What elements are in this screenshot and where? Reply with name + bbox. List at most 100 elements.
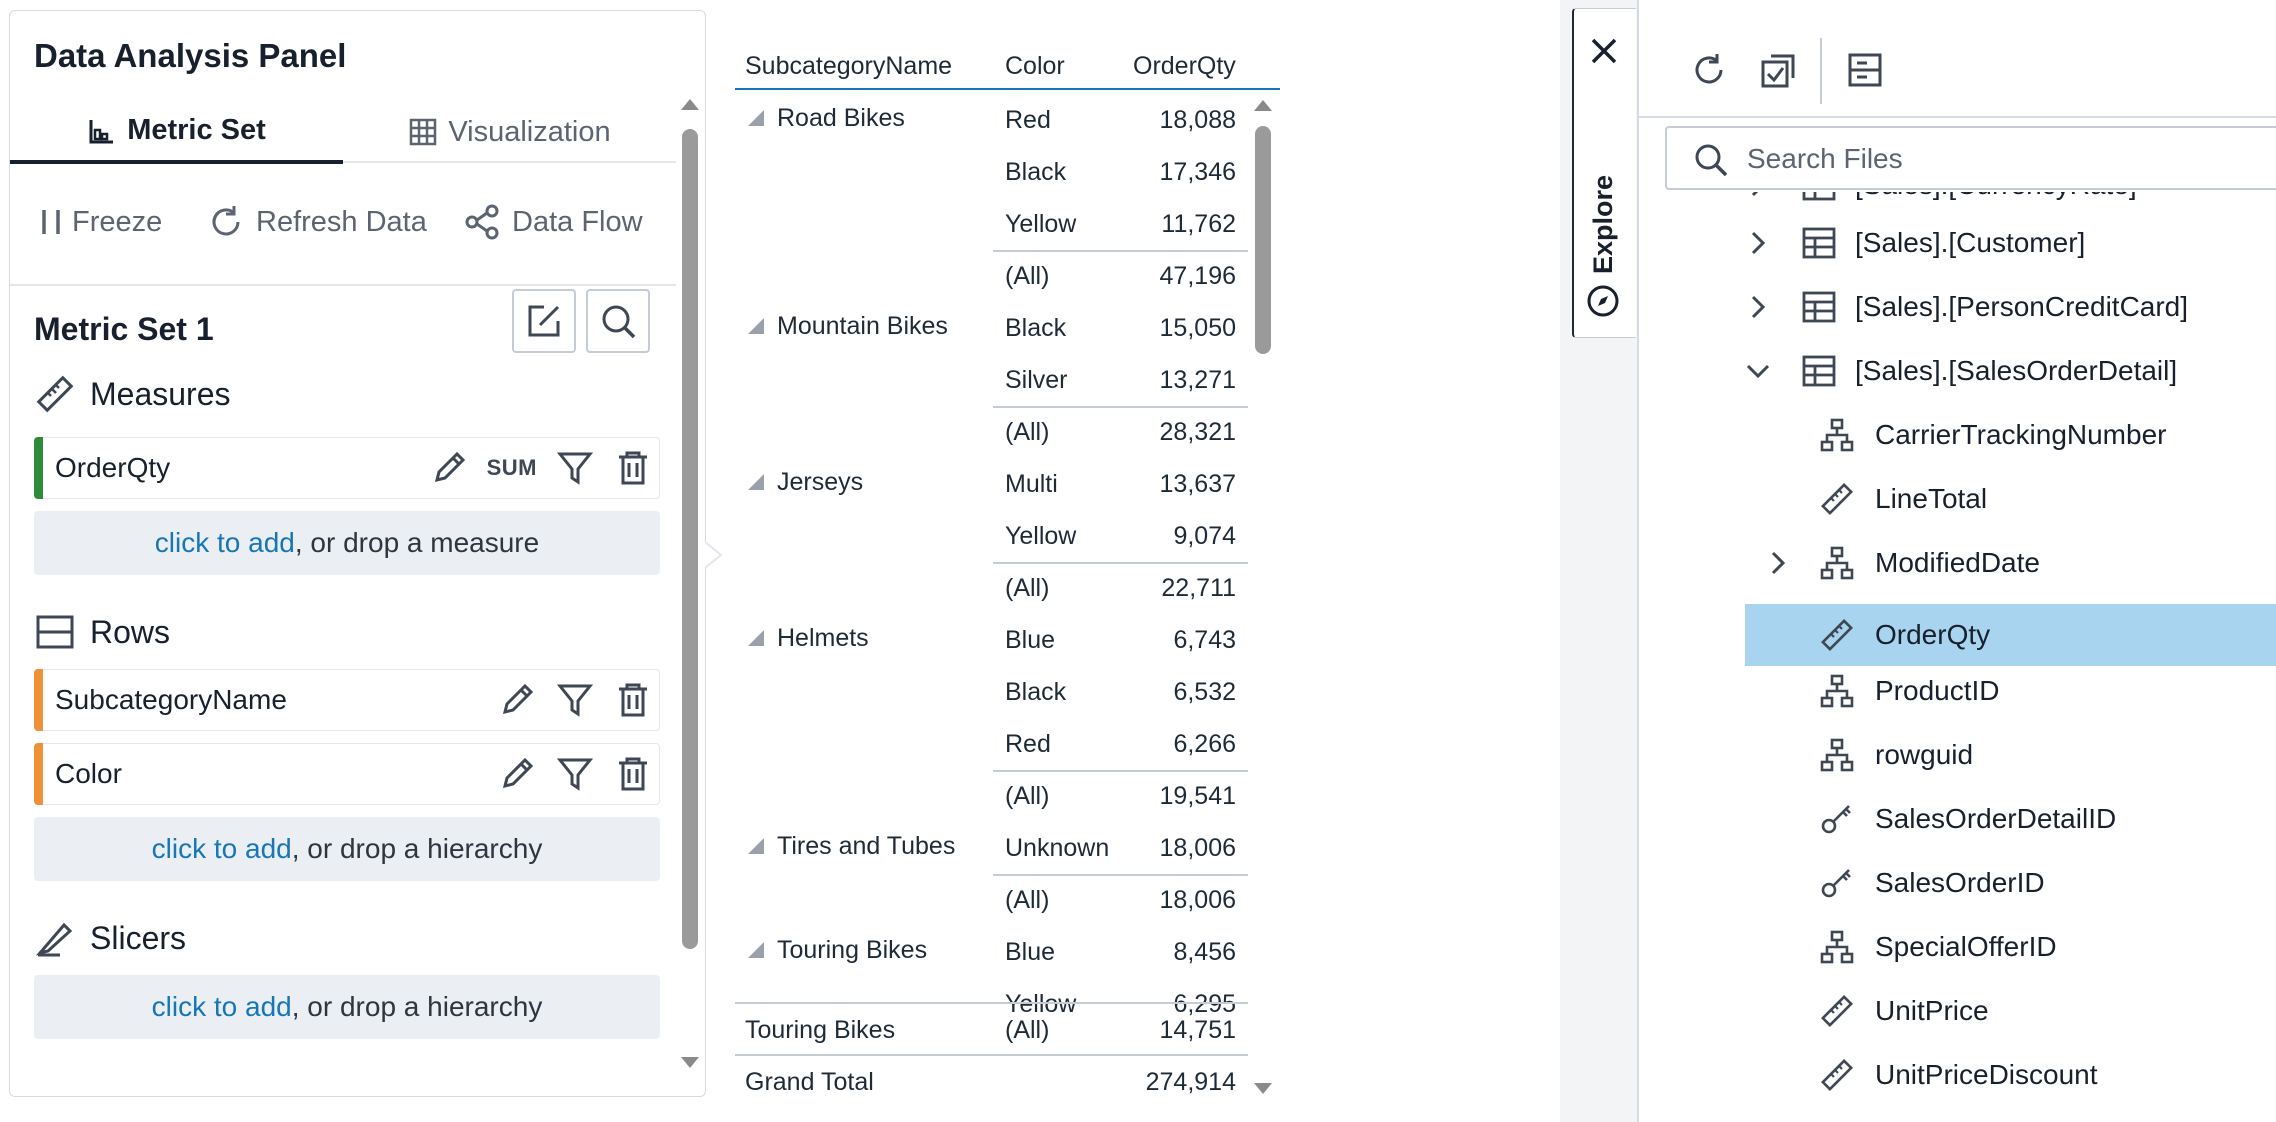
pivot-cell-qty: 19,541 [1159,782,1236,810]
tree-node-field[interactable]: SalesOrderID [1639,854,2276,912]
select-all-icon[interactable] [1759,50,1799,90]
pivot-scroll-down[interactable] [1254,1083,1272,1094]
filter-icon[interactable] [555,754,595,794]
add-slicer-link[interactable]: click to add [152,991,292,1023]
tree-node-field[interactable]: rowguid [1639,726,2276,784]
chevron-right-icon[interactable] [1743,292,1773,322]
pivot-header-color[interactable]: Color [1005,52,1065,81]
explorer-tree: [Sales].[CurrencyRate] [Sales].[Customer… [1639,192,2276,1122]
pivot-cell-qty: 9,074 [1173,522,1236,550]
compass-icon [1587,285,1619,317]
list-view-icon[interactable] [1845,50,1885,90]
collapse-icon[interactable] [748,630,764,646]
rows-heading-label: Rows [90,613,171,650]
pivot-group-label: Jerseys [777,468,864,496]
freeze-button[interactable]: Freeze [36,202,162,242]
tree-node-label: OrderQty [1875,619,1991,650]
pencil-icon[interactable] [429,448,469,488]
collapse-icon[interactable] [748,318,764,334]
row-drop-zone[interactable]: click to add, or drop a hierarchy [34,817,660,881]
refresh-icon[interactable] [1689,50,1729,90]
tab-visualization[interactable]: Visualization [343,101,676,163]
pivot-cell-color: Unknown [1005,834,1110,862]
tree-node-field-selected[interactable]: OrderQty [1745,604,2276,666]
collapse-icon[interactable] [748,942,764,958]
tree-node-label: UnitPriceDiscount [1875,1059,2098,1090]
pivot-scroll-up[interactable] [1254,100,1272,111]
collapse-icon[interactable] [748,838,764,854]
panel-title: Data Analysis Panel [34,37,347,74]
measure-drop-zone[interactable]: click to add, or drop a measure [34,511,660,575]
collapse-icon[interactable] [748,110,764,126]
measures-heading-label: Measures [90,375,231,412]
explore-tab-label[interactable]: Explore [1586,175,1620,318]
aggregation-button[interactable]: SUM [487,455,537,481]
panel-scroll-down[interactable] [681,1057,699,1068]
pencil-icon[interactable] [497,680,537,720]
tab-metric-set[interactable]: Metric Set [10,101,343,164]
measure-field-label: OrderQty [55,452,171,483]
search-files-box[interactable] [1665,126,2276,190]
tree-node-table[interactable]: [Sales].[SalesOrderDetail] [1639,342,2276,400]
tree-node-field[interactable]: SpecialOfferID [1639,918,2276,976]
row-field-subcategoryname[interactable]: SubcategoryName [34,669,660,731]
panel-scroll-up[interactable] [681,99,699,110]
tree-node-field[interactable]: UnitPriceDiscount [1639,1046,2276,1104]
trash-icon[interactable] [613,754,653,794]
search-metric-set-button[interactable] [586,289,650,353]
chart-icon [89,119,114,143]
tree-node-field[interactable]: ModifiedDate [1639,534,2276,592]
footer-rule [735,1002,1248,1004]
tree-node-field[interactable]: LineTotal [1639,470,2276,528]
trash-icon[interactable] [613,680,653,720]
data-flow-button[interactable]: Data Flow [462,202,643,242]
pivot-header-qty[interactable]: OrderQty [1133,52,1236,81]
tree-node-field[interactable]: ProductID [1639,662,2276,720]
tab-metric-set-label: Metric Set [127,114,266,146]
chevron-right-icon[interactable] [1743,228,1773,258]
tree-node-field[interactable]: CarrierTrackingNumber [1639,406,2276,464]
pencil-icon[interactable] [497,754,537,794]
filter-icon[interactable] [555,448,595,488]
hierarchy-icon [1820,674,1854,708]
tree-node-field[interactable]: SalesOrderDetailID [1639,790,2276,848]
ruler-icon [1821,995,1853,1027]
collapse-icon[interactable] [748,474,764,490]
pause-icon [42,210,60,234]
edit-metric-set-button[interactable] [512,289,576,353]
pivot-cell-color: Yellow [1005,522,1077,550]
chevron-right-icon[interactable] [1743,192,1773,200]
refresh-icon [212,206,240,236]
table-icon [1802,355,1836,387]
measure-field-orderqty[interactable]: OrderQty SUM [34,437,660,499]
panel-tabs: Metric Set Visualization [10,101,676,164]
pivot-scrollbar[interactable] [1255,126,1271,354]
tree-node-table[interactable]: [Sales].[PersonCreditCard] [1639,278,2276,336]
pivot-cell-color: Black [1005,314,1067,342]
pivot-cell-color: Blue [1005,626,1056,654]
chevron-right-icon[interactable] [1763,548,1793,578]
filter-icon[interactable] [555,680,595,720]
tree-node-table[interactable]: [Sales].[Customer] [1639,214,2276,272]
hierarchy-icon [1820,930,1854,964]
add-row-link[interactable]: click to add [152,833,292,865]
pivot-cell-qty: 13,637 [1159,470,1236,498]
trash-icon[interactable] [613,448,653,488]
footer-rule [735,1054,1248,1056]
panel-scrollbar[interactable] [682,129,698,949]
refresh-data-button[interactable]: Refresh Data [206,202,427,242]
row-field-color[interactable]: Color [34,743,660,805]
pivot-cell-qty: 6,743 [1173,626,1236,654]
pivot-cell-qty: 18,088 [1159,106,1236,134]
edit-icon [528,305,560,337]
add-measure-link[interactable]: click to add [155,527,295,559]
ruler-icon [36,375,74,413]
refresh-data-label: Refresh Data [256,205,427,238]
slicer-drop-zone[interactable]: click to add, or drop a hierarchy [34,975,660,1039]
search-files-input[interactable] [1747,138,2276,180]
close-icon[interactable] [1586,33,1622,69]
tree-node-table[interactable]: [Sales].[CurrencyRate] [1639,192,2276,214]
pivot-header-subcategory[interactable]: SubcategoryName [745,52,952,81]
chevron-down-icon[interactable] [1743,356,1773,386]
tree-node-field[interactable]: UnitPrice [1639,982,2276,1040]
